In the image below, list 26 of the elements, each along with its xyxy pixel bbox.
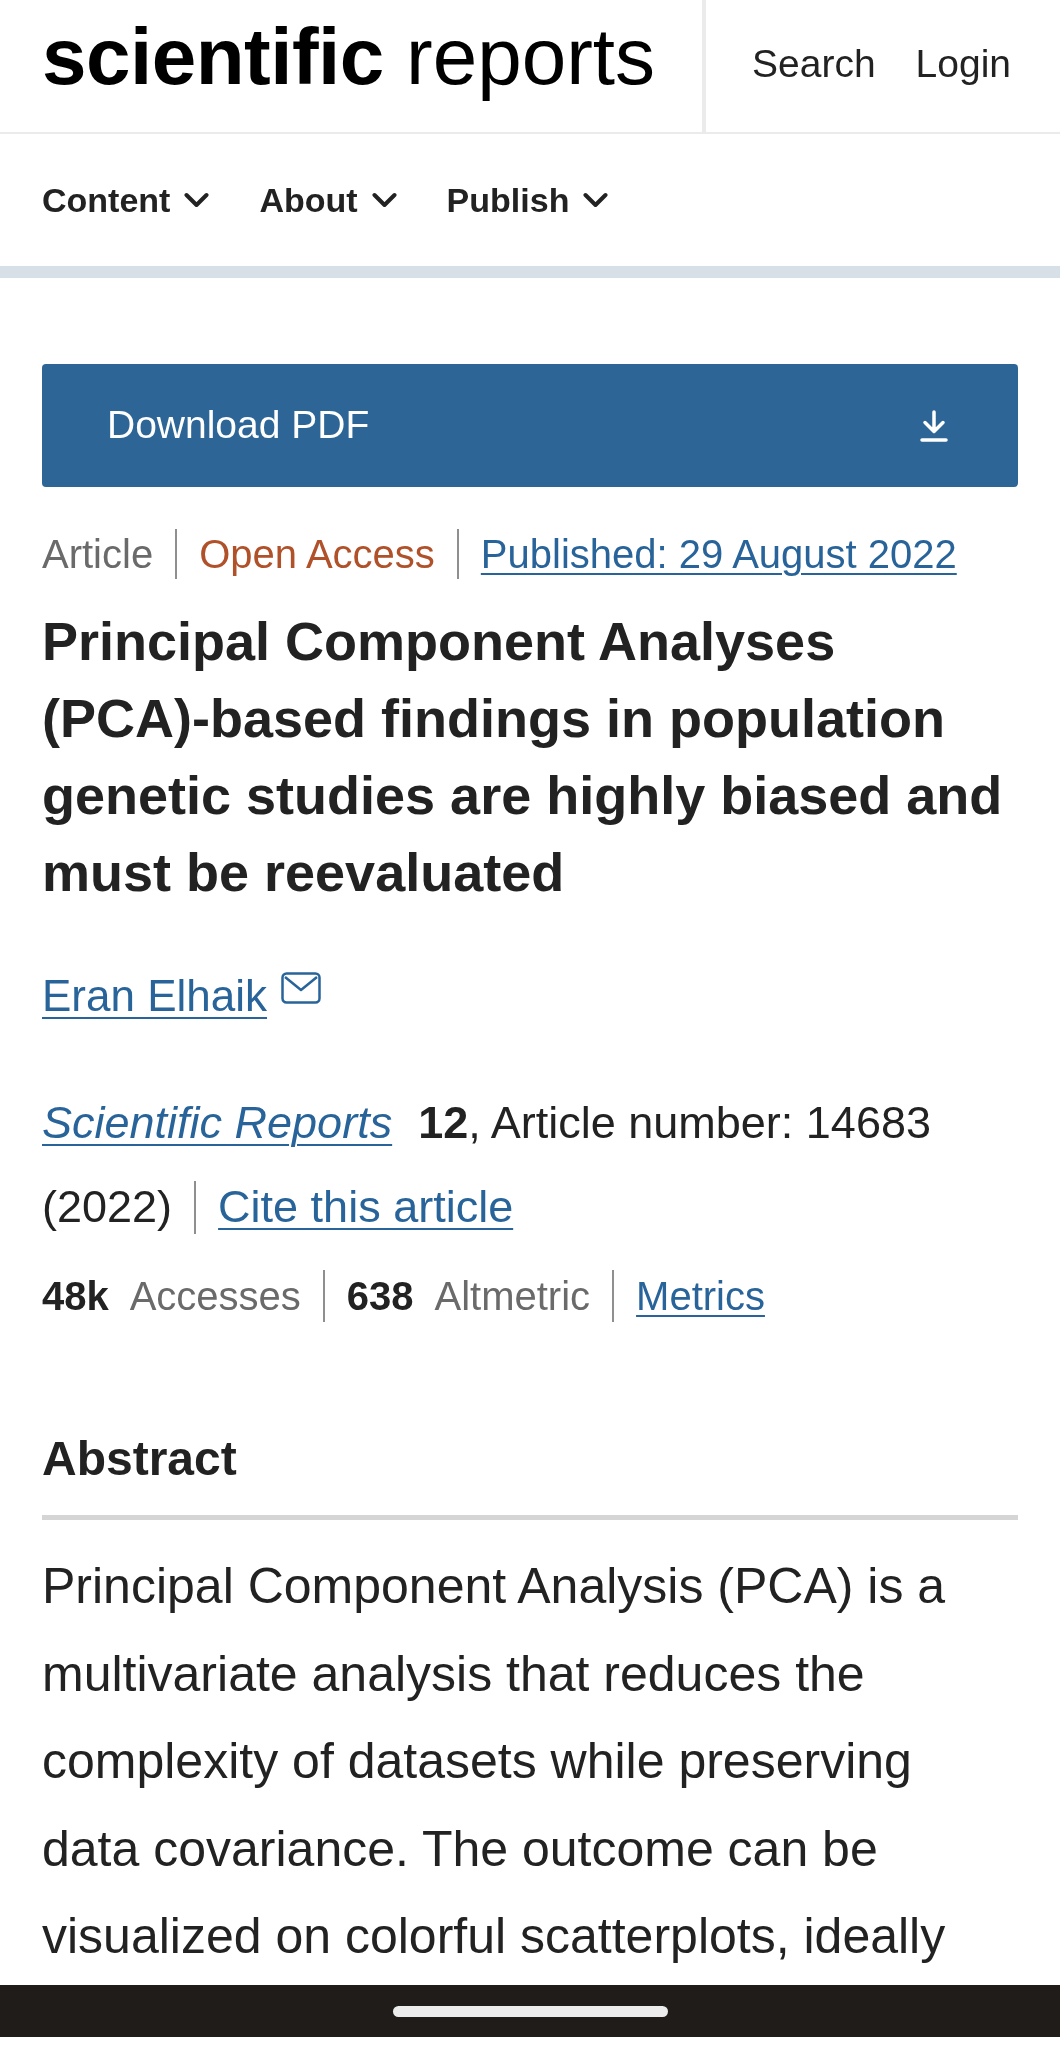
chevron-down-icon xyxy=(371,192,397,208)
cite-article-link[interactable]: Cite this article xyxy=(218,1165,514,1249)
mail-icon[interactable] xyxy=(281,972,321,1004)
download-icon xyxy=(920,409,948,442)
article-title: Principal Component Analyses (PCA)-based findings in population genetic studies are highly biased and must be reevaluated xyxy=(42,610,1004,904)
journal-link[interactable]: Scientific Reports xyxy=(42,1081,393,1165)
download-pdf-button[interactable]: Download PDF xyxy=(42,364,1018,487)
stat-text: 48k Accesses xyxy=(42,1273,301,1320)
nav-menu-item[interactable]: Content xyxy=(42,174,210,226)
stat-text: 638 Altmetric xyxy=(346,1273,591,1320)
header-link[interactable]: Search xyxy=(752,44,876,83)
nav-menu-item[interactable]: Publish xyxy=(446,174,609,226)
metrics-link[interactable]: Metrics xyxy=(636,1266,765,1326)
header-link[interactable]: Login xyxy=(915,44,1011,83)
open-access-label: Open Access xyxy=(199,531,435,578)
abstract-heading: Abstract xyxy=(42,1431,238,1487)
publication-year: (2022) xyxy=(42,1180,173,1234)
nav-menu-item[interactable]: About xyxy=(259,174,397,226)
abstract-text: Principal Component Analysis (PCA) is a multivariate analysis that reduces the complexity of datasets while preserving data covariance. The outcome can be visualized on colorful scatterplots, ideally xyxy=(42,1557,947,1966)
chevron-down-icon xyxy=(583,192,609,208)
home-indicator[interactable] xyxy=(392,2005,668,2017)
published-date-link[interactable]: Published: 29 August 2022 xyxy=(480,529,957,579)
article-type-label: Article xyxy=(42,531,154,578)
chevron-down-icon xyxy=(184,192,210,208)
volume-info: 12, Article number: 14683 xyxy=(418,1096,931,1150)
author-link[interactable]: Eran Elhaik xyxy=(42,966,267,1026)
